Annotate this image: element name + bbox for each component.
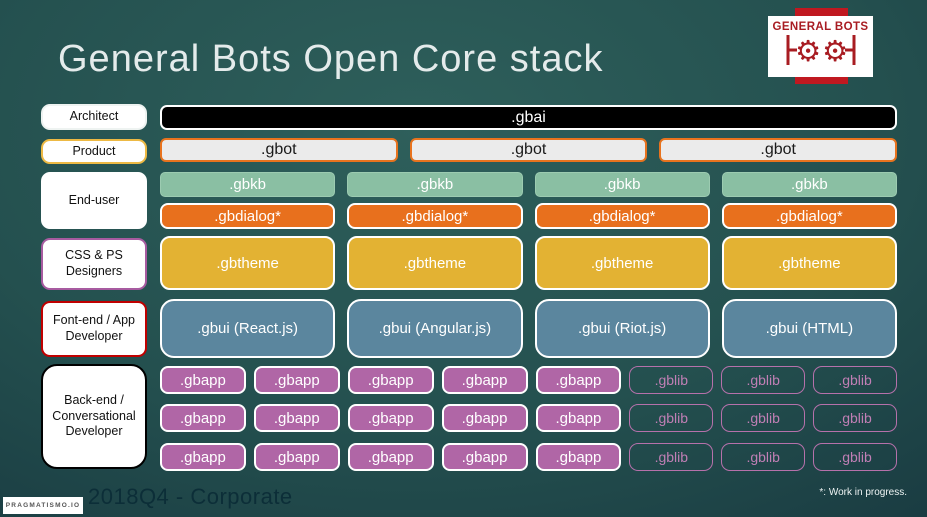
svg-text:⚙: ⚙ [822,34,848,67]
gblib-block: .gblib [813,443,897,471]
gbapp-block: .gbapp [160,366,246,394]
role-label-text: End-user [68,192,120,207]
gbapp-block: .gbapp [347,443,434,471]
gbapp-block: .gbapp [160,443,246,471]
gbui-riot-block: .gbui (Riot.js) [534,299,710,358]
gbai-block: .gbai [160,105,897,130]
gbapp-block: .gbapp [253,366,340,394]
gbkb-block: .gbkb [534,172,710,197]
pragmatismo-watermark: PRAGMATISMO.IO [3,497,83,514]
role-label-css-ps-designers: CSS & PS Designers [41,238,147,290]
row-gbkb: .gbkb .gbkb .gbkb .gbkb [160,172,897,197]
gbapp-block: .gbapp [253,443,340,471]
gbapp-block: .gbapp [441,404,528,432]
gbapp-block: .gbapp [535,366,622,394]
gblib-block: .gblib [813,404,897,432]
gbot-block: .gbot [659,138,898,162]
gbtheme-block: .gbtheme [534,236,710,290]
gbapp-block: .gbapp [347,404,434,432]
gbui-react-block: .gbui (React.js) [160,299,336,358]
gears-icon: ⚙ ⚙ [781,33,861,72]
row-gbot: .gbot .gbot .gbot [160,138,898,162]
gblib-block: .gblib [721,404,806,432]
role-label-text: Architect [69,109,119,124]
slide-canvas: General Bots Open Core stack GENERAL BOT… [0,0,927,517]
work-in-progress-footnote: *: Work in progress. [819,487,907,498]
role-label-frontend-app-developer: Font-end / App Developer [41,301,147,357]
gbot-block: .gbot [409,138,648,162]
page-title: General Bots Open Core stack [58,38,604,80]
gblib-block: .gblib [629,443,714,471]
gblib-block: .gblib [721,443,806,471]
gblib-block: .gblib [813,366,897,394]
general-bots-logo: GENERAL BOTS ⚙ ⚙ [768,16,873,77]
gblib-block: .gblib [721,366,806,394]
role-label-product: Product [41,139,147,164]
gbkb-block: .gbkb [347,172,523,197]
gbtheme-block: .gbtheme [347,236,523,290]
gbapp-block: .gbapp [535,404,622,432]
role-label-text: Font-end / App Developer [52,313,135,343]
row-gbapp-gblib-2: .gbapp .gbapp .gbapp .gbapp .gbapp .gbli… [160,404,897,432]
gbapp-block: .gbapp [347,366,434,394]
role-label-end-user: End-user [41,172,147,229]
row-gbtheme: .gbtheme .gbtheme .gbtheme .gbtheme [160,236,897,290]
gbdialog-block: .gbdialog* [534,203,710,229]
role-label-text: Product [72,143,116,158]
role-label-text: Back-end / Conversational Developer [52,393,136,439]
role-label-backend-conversational-developer: Back-end / Conversational Developer [41,364,147,469]
gbapp-block: .gbapp [535,443,622,471]
gbui-angular-block: .gbui (Angular.js) [347,299,523,358]
row-gbdialog: .gbdialog* .gbdialog* .gbdialog* .gbdial… [160,203,897,229]
row-gbapp-gblib-1: .gbapp .gbapp .gbapp .gbapp .gbapp .gbli… [160,366,897,394]
row-gbapp-gblib-3: .gbapp .gbapp .gbapp .gbapp .gbapp .gbli… [160,443,897,471]
gbapp-block: .gbapp [441,443,528,471]
role-label-text: CSS & PS Designers [65,248,123,278]
gbdialog-block: .gbdialog* [721,203,897,229]
gbtheme-block: .gbtheme [160,236,336,290]
gbapp-block: .gbapp [253,404,340,432]
gblib-block: .gblib [629,404,714,432]
gbtheme-block: .gbtheme [721,236,897,290]
gbkb-block: .gbkb [160,172,336,197]
gbdialog-block: .gbdialog* [160,203,336,229]
gbui-html-block: .gbui (HTML) [721,299,897,358]
gbapp-block: .gbapp [441,366,528,394]
gblib-block: .gblib [629,366,714,394]
gbapp-block: .gbapp [160,404,246,432]
gbot-block: .gbot [160,138,398,162]
role-label-architect: Architect [41,104,147,130]
logo-brand-text: GENERAL BOTS [772,21,869,33]
gbkb-block: .gbkb [721,172,897,197]
edition-label: 2018Q4 - Corporate [88,484,293,509]
row-gbai: .gbai [160,105,897,130]
row-gbui: .gbui (React.js) .gbui (Angular.js) .gbu… [160,299,897,358]
svg-text:⚙: ⚙ [795,34,821,67]
gbdialog-block: .gbdialog* [347,203,523,229]
